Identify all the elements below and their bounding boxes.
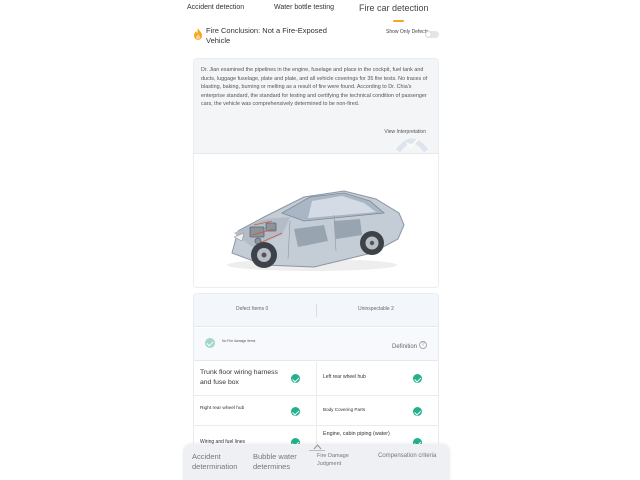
fire-items-panel: Defect Items 0 Uninspectable 2 No Fire d… bbox=[193, 293, 439, 463]
nav-fire-damage-judgment[interactable]: Fire Damage Judgment bbox=[317, 452, 367, 468]
no-damage-label: No Fire damage items bbox=[222, 339, 256, 343]
fire-conclusion-row: Fire Conclusion: Not a Fire-Exposed Vehi… bbox=[193, 26, 443, 46]
stats-bar: Defect Items 0 Uninspectable 2 bbox=[194, 294, 438, 327]
description-text: Dr. Jian examined the pipelines in the e… bbox=[201, 67, 428, 108]
item-label: Body Covering Parts bbox=[323, 407, 366, 412]
definition-link[interactable]: Definition bbox=[392, 344, 417, 350]
chevron-up-icon[interactable] bbox=[313, 442, 322, 451]
pass-check-icon bbox=[291, 374, 300, 383]
pass-check-icon bbox=[291, 407, 300, 416]
item-label: Left rear wheel hub bbox=[323, 374, 366, 380]
list-item: Right rear wheel hub bbox=[194, 396, 316, 426]
stats-divider bbox=[316, 304, 317, 317]
show-only-defects-toggle[interactable] bbox=[425, 31, 439, 38]
detection-tabs: Accident detection Water bottle testing … bbox=[0, 0, 640, 22]
uninspectable-count[interactable]: Uninspectable 2 bbox=[358, 306, 394, 312]
fire-conclusion-text: Fire Conclusion: Not a Fire-Exposed Vehi… bbox=[206, 26, 327, 45]
item-label: Right rear wheel hub bbox=[200, 406, 245, 411]
fire-icon bbox=[194, 28, 202, 40]
show-only-defects-label: Show Only Defects bbox=[386, 29, 429, 35]
inspection-description: Dr. Jian examined the pipelines in the e… bbox=[194, 59, 438, 154]
help-icon[interactable]: ? bbox=[419, 341, 427, 349]
nav-accident-determination[interactable]: Accident determination bbox=[192, 452, 252, 472]
list-item: Body Covering Parts bbox=[316, 396, 438, 426]
item-label: Engine, cabin piping (water) bbox=[323, 431, 390, 437]
car-cutaway-image bbox=[194, 155, 438, 287]
certified-stamp-icon bbox=[396, 138, 428, 153]
defect-items-count[interactable]: Defect Items 0 bbox=[236, 306, 268, 312]
no-damage-summary: No Fire damage items Definition ? bbox=[194, 328, 438, 361]
nav-compensation-criteria[interactable]: Compensation criteria bbox=[378, 452, 438, 461]
active-tab-indicator bbox=[393, 20, 404, 22]
car-illustration-icon bbox=[227, 190, 405, 271]
tab-fire-car-detection[interactable]: Fire car detection bbox=[359, 3, 429, 13]
inspection-card: Dr. Jian examined the pipelines in the e… bbox=[193, 58, 439, 288]
tab-water-bottle-testing[interactable]: Water bottle testing bbox=[274, 4, 334, 11]
list-item: Left rear wheel hub bbox=[316, 362, 438, 396]
pass-check-icon bbox=[413, 407, 422, 416]
pass-check-icon bbox=[413, 374, 422, 383]
bottom-navigation: Accident determination Bubble water dete… bbox=[183, 444, 450, 480]
summary-check-icon bbox=[205, 338, 215, 348]
tab-accident-detection[interactable]: Accident detection bbox=[187, 4, 244, 11]
list-item: Trunk floor wiring harness and fuse box bbox=[194, 362, 316, 396]
nav-bubble-water-determines[interactable]: Bubble water determines bbox=[253, 452, 313, 472]
item-label: Trunk floor wiring harness and fuse box bbox=[200, 369, 278, 386]
